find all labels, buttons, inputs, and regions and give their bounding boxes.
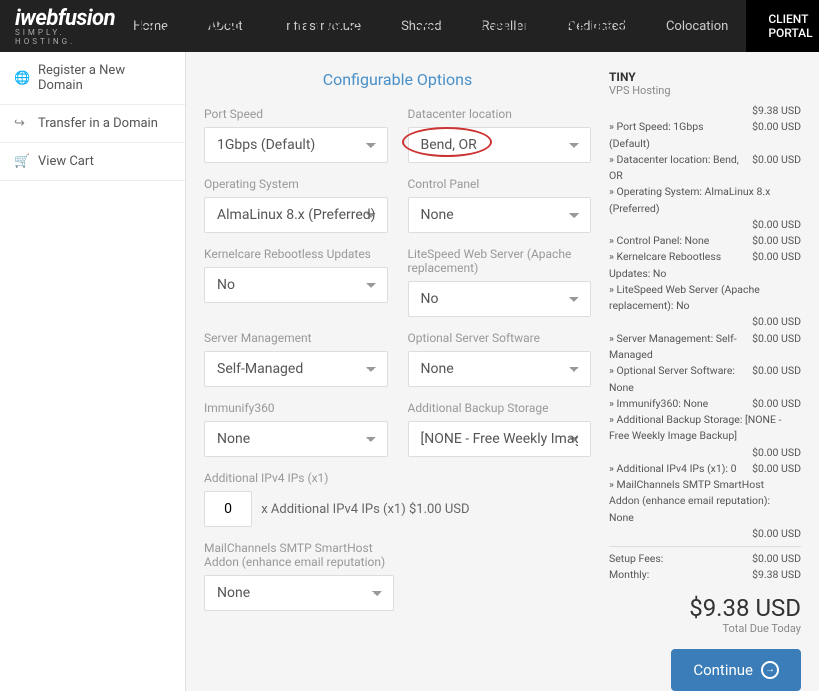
summary-line: » Control Panel: None$0.00 USD [609,233,801,249]
continue-button[interactable]: Continue → [671,649,801,691]
control-panel-label: Control Panel [408,177,592,191]
summary-line: » Port Speed: 1Gbps (Default)$0.00 USD [609,119,801,152]
summary-line: » Operating System: AlmaLinux 8.x (Prefe… [609,184,801,217]
litespeed-select[interactable]: No [408,281,592,317]
ipv4-label: Additional IPv4 IPs (x1) [204,471,591,485]
optional-sw-label: Optional Server Software [408,331,592,345]
mailchannels-select[interactable]: None [204,575,394,611]
port-speed-label: Port Speed [204,107,388,121]
summary-line: $0.00 USD [609,217,801,233]
immunify-select[interactable]: None [204,421,388,457]
top-navigation: iwebfusion SIMPLY. HOSTING. Home About I… [0,0,819,52]
globe-icon: 🌐 [14,71,28,86]
summary-line: » Immunify360: None$0.00 USD [609,396,801,412]
total-due-label: Total Due Today [609,622,801,635]
os-label: Operating System [204,177,388,191]
cart-icon: 🛒 [14,154,28,169]
monthly-value: $9.38 USD [752,567,801,583]
immunify-label: Immunify360 [204,401,388,415]
control-panel-select[interactable]: None [408,197,592,233]
nav-shared[interactable]: Shared [383,1,459,52]
summary-title: TINY [609,70,801,84]
nav-home[interactable]: Home [115,1,186,52]
summary-line: » LiteSpeed Web Server (Apache replaceme… [609,282,801,315]
continue-label: Continue [693,661,753,679]
nav-colocation[interactable]: Colocation [648,1,746,52]
summary-line: » Kernelcare Rebootless Updates: No$0.00… [609,249,801,282]
dc-location-label: Datacenter location [408,107,592,121]
optional-sw-select[interactable]: None [408,351,592,387]
config-title: Configurable Options [204,70,591,89]
server-mgmt-select[interactable]: Self-Managed [204,351,388,387]
summary-line: » Additional IPv4 IPs (x1): 0$0.00 USD [609,461,801,477]
sidebar-register-domain[interactable]: 🌐 Register a New Domain [0,52,185,105]
total-due: $9.38 USD [609,594,801,622]
summary-base-price: $9.38 USD [752,103,801,119]
summary-line: » MailChannels SMTP SmartHost Addon (enh… [609,477,801,526]
arrow-right-icon: → [761,661,779,679]
nav-dedicated[interactable]: Dedicated [550,1,644,52]
summary-line: $0.00 USD [609,314,801,330]
sidebar: 🌐 Register a New Domain ↪ Transfer in a … [0,52,186,691]
setup-fees-value: $0.00 USD [752,551,801,567]
nav-infrastructure[interactable]: Infrastructure [265,1,379,52]
summary-line: » Optional Server Software: None$0.00 US… [609,363,801,396]
sidebar-transfer-domain[interactable]: ↪ Transfer in a Domain [0,105,185,143]
summary-line: $0.00 USD [609,445,801,461]
port-speed-select[interactable]: 1Gbps (Default) [204,127,388,163]
nav-reseller[interactable]: Reseller [464,1,546,52]
summary-line: » Server Management: Self-Managed$0.00 U… [609,331,801,364]
litespeed-label: LiteSpeed Web Server (Apache replacement… [408,247,592,275]
sidebar-label: Transfer in a Domain [38,116,158,131]
logo[interactable]: iwebfusion SIMPLY. HOSTING. [15,6,115,46]
share-icon: ↪ [14,116,28,131]
ipv4-input[interactable] [204,491,252,527]
sidebar-view-cart[interactable]: 🛒 View Cart [0,143,185,181]
ipv4-suffix: x Additional IPv4 IPs (x1) $1.00 USD [261,502,469,517]
dc-location-select[interactable]: Bend, OR [408,127,592,163]
setup-fees-label: Setup Fees: [609,551,752,567]
kernelcare-select[interactable]: No [204,267,388,303]
sidebar-label: View Cart [38,154,94,169]
order-summary: TINY VPS Hosting $9.38 USD » Port Speed:… [609,70,801,691]
nav-links: Home About Infrastructure Shared Reselle… [115,1,746,52]
mailchannels-label: MailChannels SMTP SmartHost Addon (enhan… [204,541,394,569]
nav-about[interactable]: About [190,1,261,52]
config-section: Configurable Options Port Speed 1Gbps (D… [204,70,591,691]
sidebar-label: Register a New Domain [38,63,171,93]
os-select[interactable]: AlmaLinux 8.x (Preferred) [204,197,388,233]
server-mgmt-label: Server Management [204,331,388,345]
summary-line: » Additional Backup Storage: [NONE - Fre… [609,412,801,445]
backup-label: Additional Backup Storage [408,401,592,415]
backup-select[interactable]: [NONE - Free Weekly Image [408,421,592,457]
summary-line: » Datacenter location: Bend, OR$0.00 USD [609,152,801,185]
client-portal-button[interactable]: CLIENT PORTAL [746,0,819,52]
summary-line: $0.00 USD [609,526,801,542]
monthly-label: Monthly: [609,567,752,583]
kernelcare-label: Kernelcare Rebootless Updates [204,247,388,261]
summary-subtitle: VPS Hosting [609,84,801,97]
